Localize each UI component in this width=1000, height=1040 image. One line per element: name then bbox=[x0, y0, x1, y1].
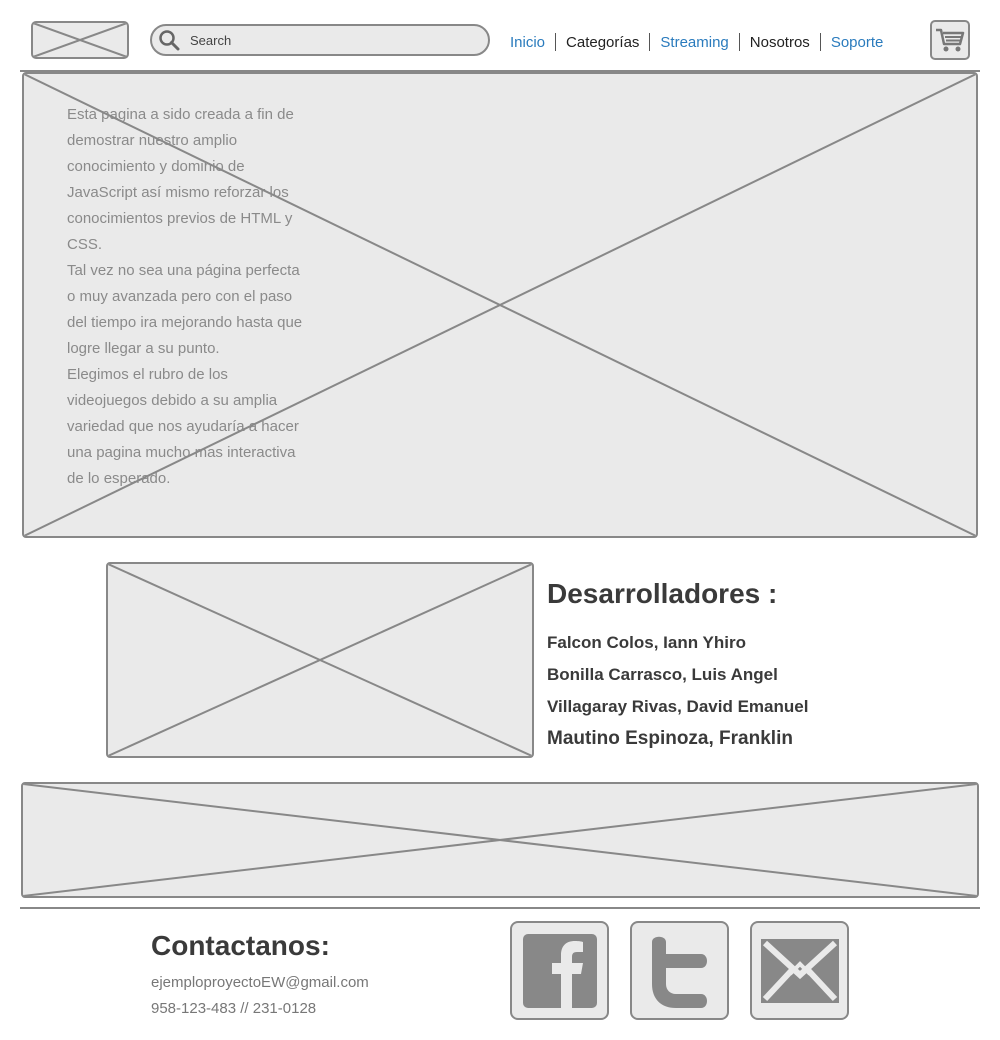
hero-paragraph: Tal vez no sea una página perfecta o muy… bbox=[67, 262, 303, 357]
developer-name: Bonilla Carrasco, Luis Angel bbox=[547, 665, 778, 684]
developers-title: Desarrolladores : bbox=[547, 578, 778, 609]
developers-list: Falcon Colos, Iann Yhiro Bonilla Carrasc… bbox=[547, 630, 808, 758]
nav-item-soporte[interactable]: Soporte bbox=[821, 34, 894, 51]
placeholder-cross bbox=[33, 23, 127, 57]
hero-paragraph: Esta pagina a sido creada a fin de demos… bbox=[67, 106, 294, 253]
placeholder-cross bbox=[23, 784, 977, 896]
footer-divider bbox=[20, 907, 980, 909]
logo-placeholder[interactable] bbox=[31, 21, 129, 59]
nav-item-categorias[interactable]: Categorías bbox=[556, 34, 649, 51]
cart-button[interactable] bbox=[930, 20, 970, 60]
contact-email[interactable]: ejemploproyectoEW@gmail.com bbox=[151, 974, 369, 991]
nav-item-streaming[interactable]: Streaming bbox=[650, 34, 738, 51]
search-icon bbox=[159, 30, 180, 51]
facebook-button[interactable] bbox=[510, 921, 609, 1020]
search-input[interactable]: Search bbox=[150, 24, 490, 56]
hero-image-placeholder: Esta pagina a sido creada a fin de demos… bbox=[22, 72, 978, 538]
hero-description: Esta pagina a sido creada a fin de demos… bbox=[67, 102, 312, 492]
developers-image-placeholder bbox=[106, 562, 534, 758]
contact-title: Contactanos: bbox=[151, 930, 330, 961]
banner-image-placeholder bbox=[21, 782, 979, 898]
developer-name: Villagaray Rivas, David Emanuel bbox=[547, 697, 809, 716]
facebook-icon bbox=[522, 933, 597, 1008]
contact-phone: 958-123-483 // 231-0128 bbox=[151, 1000, 317, 1017]
developer-name: Mautino Espinoza, Franklin bbox=[547, 728, 793, 749]
placeholder-cross bbox=[108, 564, 532, 756]
main-nav: Inicio Categorías Streaming Nosotros Sop… bbox=[500, 28, 893, 56]
developer-name: Falcon Colos, Iann Yhiro bbox=[547, 633, 746, 652]
hero-paragraph: Elegimos el rubro de los videojuegos deb… bbox=[67, 366, 299, 487]
mail-icon bbox=[760, 938, 839, 1003]
twitter-icon bbox=[651, 936, 707, 1008]
search-placeholder: Search bbox=[190, 32, 232, 48]
mail-button[interactable] bbox=[750, 921, 849, 1020]
twitter-button[interactable] bbox=[630, 921, 729, 1020]
nav-item-inicio[interactable]: Inicio bbox=[500, 34, 555, 51]
cart-icon bbox=[936, 28, 965, 52]
nav-item-nosotros[interactable]: Nosotros bbox=[740, 34, 820, 51]
